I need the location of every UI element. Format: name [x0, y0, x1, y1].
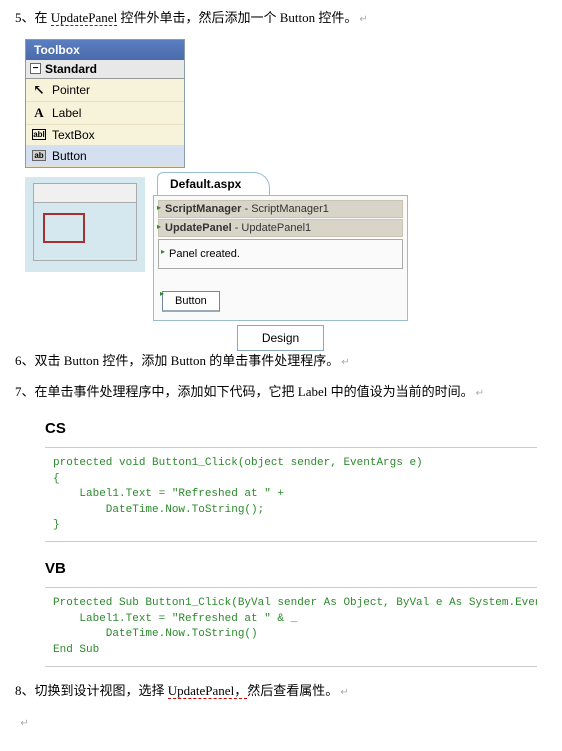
- scriptmanager-id: ScriptManager1: [251, 203, 329, 215]
- designer-row: Default.aspx ScriptManager - ScriptManag…: [25, 172, 547, 351]
- vb-header: VB: [45, 560, 547, 577]
- updatepanel-name: UpdatePanel: [165, 222, 232, 234]
- step-7: 7、在单击事件处理程序中，添加如下代码，它把 Label 中的值设为当前的时间。: [15, 382, 547, 403]
- blank-line: [15, 712, 547, 733]
- step-6: 6、双击 Button 控件，添加 Button 的单击事件处理程序。: [15, 351, 547, 372]
- toolbox-section-header[interactable]: − Standard: [26, 60, 184, 79]
- layout-thumbnail: [25, 177, 145, 272]
- updatepanel-id: UpdatePanel1: [241, 222, 311, 234]
- cs-code-block: protected void Button1_Click(object send…: [45, 447, 537, 542]
- inner-button-control[interactable]: Button: [162, 291, 220, 312]
- pointer-icon: ↖: [32, 82, 46, 98]
- textbox-icon: abl: [32, 129, 46, 140]
- toolbox-item-label[interactable]: A Label: [26, 102, 184, 125]
- updatepanel-bar[interactable]: UpdatePanel - UpdatePanel1: [158, 219, 403, 237]
- toolbox-item-textbox[interactable]: abl TextBox: [26, 125, 184, 146]
- file-tab[interactable]: Default.aspx: [157, 172, 270, 195]
- toolbox-item-label: Button: [52, 149, 87, 163]
- toolbox-item-label: Pointer: [52, 83, 90, 97]
- panel-created-text: Panel created.: [163, 244, 398, 264]
- button-icon: ab: [32, 150, 46, 161]
- toolbox-item-label: TextBox: [52, 128, 95, 142]
- underline-updatepanel: UpdatePanel: [51, 10, 117, 26]
- step-8: 8、切换到设计视图，选择 UpdatePanel，然后查看属性。: [15, 681, 547, 702]
- toolbox-item-pointer[interactable]: ↖ Pointer: [26, 79, 184, 102]
- scriptmanager-bar[interactable]: ScriptManager - ScriptManager1: [158, 200, 403, 218]
- design-surface[interactable]: ScriptManager - ScriptManager1 UpdatePan…: [153, 195, 408, 321]
- vb-code-block: Protected Sub Button1_Click(ByVal sender…: [45, 587, 537, 667]
- step-5: 5、在 UpdatePanel 控件外单击，然后添加一个 Button 控件。: [15, 8, 547, 29]
- scriptmanager-name: ScriptManager: [165, 203, 241, 215]
- underline-updatepanel-2: UpdatePanel，: [168, 683, 247, 699]
- toolbox-item-button[interactable]: ab Button: [26, 146, 184, 167]
- highlight-box: [43, 213, 85, 243]
- collapse-icon[interactable]: −: [30, 63, 41, 74]
- label-icon: A: [32, 105, 46, 121]
- toolbox: Toolbox − Standard ↖ Pointer A Label abl…: [25, 39, 185, 168]
- toolbox-title: Toolbox: [26, 40, 184, 60]
- updatepanel-body: Panel created.: [158, 239, 403, 269]
- designer-panel: Default.aspx ScriptManager - ScriptManag…: [153, 172, 408, 351]
- toolbox-container: Toolbox − Standard ↖ Pointer A Label abl…: [25, 39, 547, 168]
- toolbox-section-label: Standard: [45, 62, 97, 76]
- toolbox-item-label: Label: [52, 106, 81, 120]
- cs-header: CS: [45, 420, 547, 437]
- design-tab-button[interactable]: Design: [237, 325, 324, 351]
